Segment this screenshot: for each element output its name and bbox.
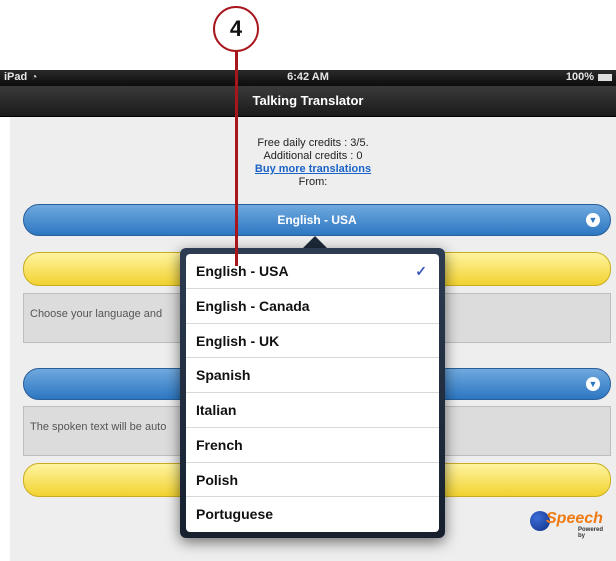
from-language-value: English - USA	[277, 213, 357, 227]
input-text-placeholder: Choose your language and	[30, 308, 163, 320]
language-option[interactable]: Spanish	[186, 358, 439, 393]
language-option[interactable]: English - USA ✓	[186, 254, 439, 289]
checkmark-icon: ✓	[415, 263, 427, 279]
callout-line	[235, 51, 238, 266]
language-popover: English - USA ✓ English - Canada English…	[180, 248, 445, 538]
status-bar: iPad ◔ 6:42 AM 100%	[0, 70, 616, 86]
language-option[interactable]: Polish	[186, 463, 439, 498]
language-option[interactable]: French	[186, 428, 439, 463]
speech-logo: Speech Powered by	[530, 507, 610, 539]
language-option[interactable]: Italian	[186, 393, 439, 428]
navigation-title-bar: Talking Translator	[0, 86, 616, 117]
chevron-down-icon: ▼	[586, 213, 600, 227]
logo-wordmark: Speech	[546, 510, 603, 527]
language-option[interactable]: English - Canada	[186, 289, 439, 324]
language-option[interactable]: English - UK	[186, 324, 439, 359]
status-time: 6:42 AM	[287, 71, 329, 83]
from-label: From:	[298, 176, 328, 188]
additional-credits-text: Additional credits : 0	[263, 150, 363, 162]
battery-percent: 100%	[565, 71, 594, 83]
daily-credits-text: Free daily credits : 3/5.	[257, 137, 369, 149]
callout-badge: 4	[213, 6, 259, 52]
buy-more-link[interactable]: Buy more translations	[10, 163, 616, 176]
output-text-placeholder: The spoken text will be auto	[30, 421, 167, 433]
language-list: English - USA ✓ English - Canada English…	[186, 254, 439, 532]
from-language-select[interactable]: English - USA ▼	[23, 204, 611, 236]
credits-info: Free daily credits : 3/5. Additional cre…	[10, 137, 616, 189]
language-option[interactable]: Portuguese	[186, 497, 439, 532]
logo-tagline: Powered by	[578, 527, 604, 539]
battery-icon	[598, 74, 612, 81]
page-title: Talking Translator	[252, 93, 364, 108]
chevron-down-icon: ▼	[586, 377, 600, 391]
